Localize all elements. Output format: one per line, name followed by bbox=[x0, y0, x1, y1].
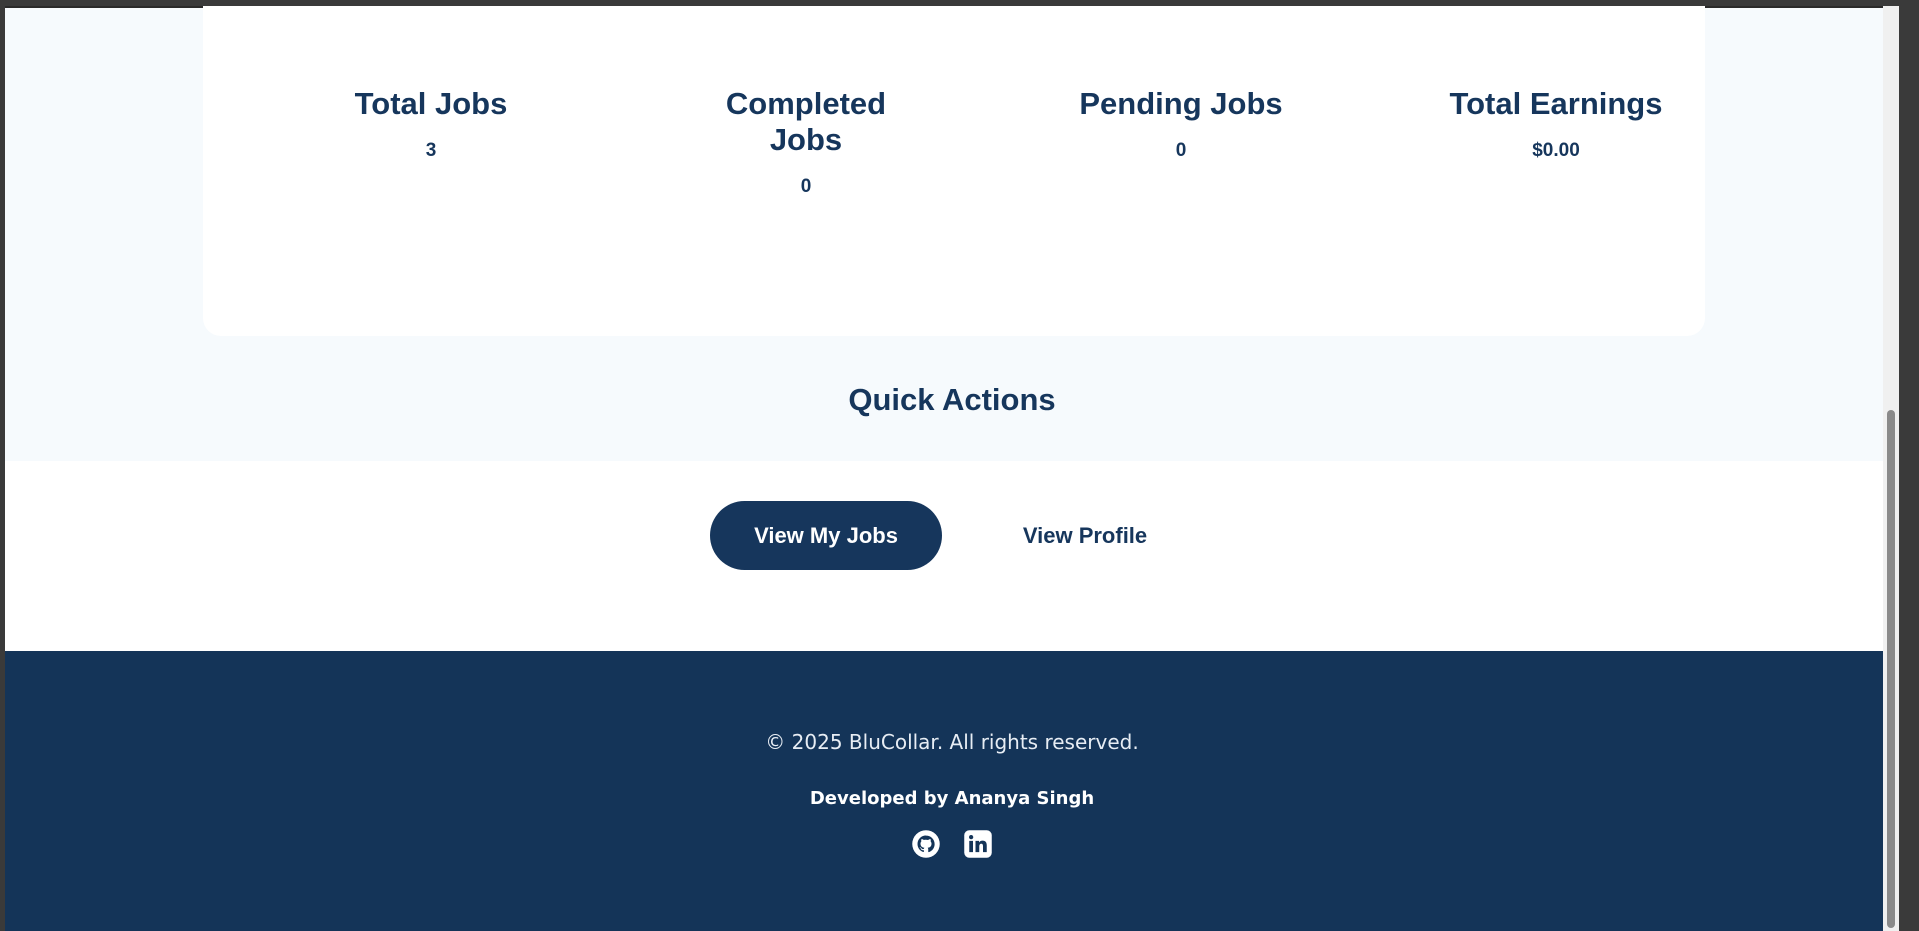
developer-credit: Developed by Ananya Singh bbox=[5, 788, 1899, 809]
view-my-jobs-button[interactable]: View My Jobs bbox=[710, 501, 942, 570]
github-icon[interactable] bbox=[911, 829, 941, 859]
stat-title: Total Earnings bbox=[1449, 86, 1663, 121]
developer-name: Ananya Singh bbox=[954, 788, 1095, 809]
stat-value: 0 bbox=[1175, 140, 1187, 161]
view-profile-link[interactable]: View Profile bbox=[1005, 501, 1165, 570]
quick-actions-bar: View My Jobs View Profile bbox=[5, 461, 1899, 651]
scrollbar-thumb[interactable] bbox=[1887, 410, 1895, 928]
quick-actions-title: Quick Actions bbox=[848, 382, 1056, 417]
social-links bbox=[5, 829, 1899, 859]
copyright-text: © 2025 BluCollar. All rights reserved. bbox=[765, 730, 1139, 754]
stat-total-jobs: Total Jobs 3 bbox=[281, 86, 581, 162]
linkedin-icon[interactable] bbox=[963, 829, 993, 859]
developed-by-label: Developed by bbox=[809, 788, 949, 809]
stat-completed-jobs: Completed Jobs 0 bbox=[656, 86, 956, 198]
browser-viewport: Total Jobs 3 Completed Jobs 0 Pending Jo… bbox=[5, 6, 1899, 931]
stat-value: 3 bbox=[425, 140, 437, 161]
vertical-scrollbar[interactable] bbox=[1883, 6, 1899, 931]
stat-title: Completed Jobs bbox=[725, 86, 887, 157]
stat-value: $0.00 bbox=[1532, 140, 1580, 161]
stat-value: 0 bbox=[800, 176, 812, 197]
stat-title: Pending Jobs bbox=[1079, 86, 1283, 121]
stats-card: Total Jobs 3 Completed Jobs 0 Pending Jo… bbox=[203, 6, 1705, 336]
stat-title: Total Jobs bbox=[354, 86, 508, 121]
footer: © 2025 BluCollar. All rights reserved. D… bbox=[5, 651, 1899, 931]
stat-total-earnings: Total Earnings $0.00 bbox=[1406, 86, 1706, 162]
stat-pending-jobs: Pending Jobs 0 bbox=[1031, 86, 1331, 162]
